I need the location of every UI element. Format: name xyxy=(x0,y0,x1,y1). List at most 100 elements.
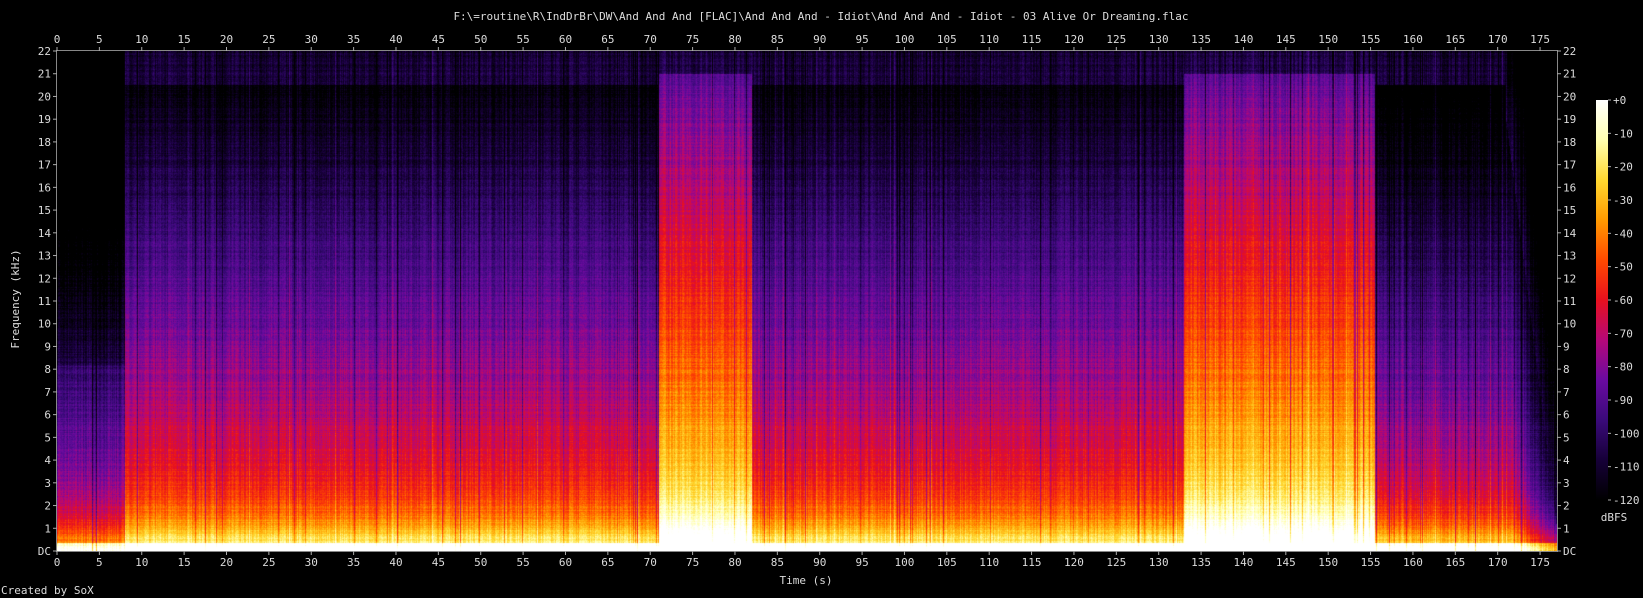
y-tick-label-left: 14 xyxy=(38,227,52,240)
y-tick-label-right: 22 xyxy=(1563,45,1576,58)
y-tick-label-left: 10 xyxy=(38,318,51,331)
y-tick-label-left: 2 xyxy=(44,500,51,513)
colorbar-tick-label: -60 xyxy=(1613,294,1633,307)
x-tick-label-top: 45 xyxy=(432,33,445,46)
x-tick-label-top: 155 xyxy=(1361,33,1381,46)
y-tick-label-left: 6 xyxy=(44,409,51,422)
colorbar-tick-label: -90 xyxy=(1613,394,1633,407)
y-tick-label-right: 20 xyxy=(1563,90,1576,103)
y-tick-label-right: 14 xyxy=(1563,227,1577,240)
x-tick-label-bottom: 70 xyxy=(644,556,657,569)
y-tick-label-left: 4 xyxy=(44,454,51,467)
colorbar-tick-label: -30 xyxy=(1613,194,1633,207)
y-axis-left: DC12345678910111213141516171819202122 xyxy=(38,45,57,558)
x-tick-label-bottom: 0 xyxy=(54,556,61,569)
x-tick-label-bottom: 35 xyxy=(347,556,360,569)
x-tick-label-bottom: 50 xyxy=(474,556,487,569)
x-tick-label-top: 140 xyxy=(1234,33,1254,46)
x-tick-label-top: 80 xyxy=(728,33,741,46)
y-tick-label-right: 11 xyxy=(1563,295,1576,308)
colorbar-tick-label: -100 xyxy=(1613,427,1640,440)
x-tick-label-top: 15 xyxy=(177,33,190,46)
x-tick-label-top: 30 xyxy=(305,33,318,46)
y-tick-label-right: 17 xyxy=(1563,159,1576,172)
created-by-credit: Created by SoX xyxy=(1,584,94,597)
x-tick-label-bottom: 60 xyxy=(559,556,572,569)
x-tick-label-bottom: 115 xyxy=(1022,556,1042,569)
y-tick-label-right: 6 xyxy=(1563,409,1570,422)
y-tick-label-left: 13 xyxy=(38,250,51,263)
x-tick-label-bottom: 85 xyxy=(771,556,784,569)
y-tick-label-left: 18 xyxy=(38,136,51,149)
x-tick-label-top: 50 xyxy=(474,33,487,46)
colorbar-tick-label: -120 xyxy=(1613,494,1640,507)
x-tick-label-bottom: 15 xyxy=(177,556,190,569)
y-tick-label-left: 3 xyxy=(44,477,51,490)
x-tick-label-top: 0 xyxy=(54,33,61,46)
spectrogram-plot xyxy=(57,51,1557,551)
x-tick-label-bottom: 125 xyxy=(1106,556,1126,569)
x-tick-label-bottom: 105 xyxy=(937,556,957,569)
colorbar-tick-label: -10 xyxy=(1613,127,1633,140)
x-tick-label-bottom: 150 xyxy=(1318,556,1338,569)
x-tick-label-bottom: 165 xyxy=(1445,556,1465,569)
y-tick-label-left: DC xyxy=(38,545,51,558)
x-tick-label-bottom: 30 xyxy=(305,556,318,569)
y-tick-label-right: 4 xyxy=(1563,454,1570,467)
spectrogram-heatmap xyxy=(57,51,1557,551)
x-tick-label-bottom: 155 xyxy=(1361,556,1381,569)
x-tick-label-bottom: 135 xyxy=(1191,556,1211,569)
x-tick-label-bottom: 10 xyxy=(135,556,148,569)
y-tick-label-left: 20 xyxy=(38,90,51,103)
x-tick-label-top: 150 xyxy=(1318,33,1338,46)
x-tick-label-top: 120 xyxy=(1064,33,1084,46)
y-tick-label-left: 8 xyxy=(44,363,51,376)
x-tick-label-top: 60 xyxy=(559,33,572,46)
x-tick-label-bottom: 170 xyxy=(1488,556,1508,569)
y-tick-label-right: 12 xyxy=(1563,272,1576,285)
x-tick-label-bottom: 95 xyxy=(855,556,868,569)
y-tick-label-right: 7 xyxy=(1563,386,1570,399)
x-tick-label-top: 20 xyxy=(220,33,233,46)
x-tick-label-top: 85 xyxy=(771,33,784,46)
x-tick-label-bottom: 100 xyxy=(895,556,915,569)
x-tick-label-top: 100 xyxy=(895,33,915,46)
x-tick-label-top: 175 xyxy=(1530,33,1550,46)
x-tick-label-bottom: 160 xyxy=(1403,556,1423,569)
colorbar-tick-label: +0 xyxy=(1613,94,1626,107)
colorbar-tick-label: -20 xyxy=(1613,161,1633,174)
x-tick-label-top: 65 xyxy=(601,33,614,46)
y-tick-label-left: 7 xyxy=(44,386,51,399)
y-tick-label-left: 17 xyxy=(38,159,51,172)
colorbar-tick-label: -110 xyxy=(1613,461,1640,474)
y-tick-label-left: 5 xyxy=(44,431,51,444)
y-tick-label-left: 1 xyxy=(44,522,51,535)
x-tick-label-top: 40 xyxy=(389,33,402,46)
y-tick-label-left: 9 xyxy=(44,340,51,353)
x-axis-top: 0 5 10 15 20 25 30 35 40 45 50 55 60 65 70 75 80 85 90 95 10… xyxy=(54,33,1550,51)
y-tick-label-left: 16 xyxy=(38,181,51,194)
y-tick-label-left: 15 xyxy=(38,204,51,217)
x-tick-label-top: 90 xyxy=(813,33,826,46)
x-tick-label-bottom: 145 xyxy=(1276,556,1296,569)
y-tick-label-right: 13 xyxy=(1563,250,1576,263)
y-tick-label-right: 2 xyxy=(1563,500,1570,513)
x-tick-label-top: 35 xyxy=(347,33,360,46)
colorbar-scale xyxy=(1596,100,1608,500)
x-axis-bottom: 0 5 10 15 20 25 30 35 40 45 50 55 60 65 70 75 80 85 90 95 10… xyxy=(54,551,1550,569)
y-tick-label-left: 12 xyxy=(38,272,51,285)
x-tick-label-bottom: 45 xyxy=(432,556,445,569)
y-tick-label-right: 19 xyxy=(1563,113,1576,126)
colorbar-tick-label: -70 xyxy=(1613,327,1633,340)
x-tick-label-bottom: 40 xyxy=(389,556,402,569)
x-tick-label-bottom: 25 xyxy=(262,556,275,569)
spectrogram-figure: F:\=routine\R\IndDrBr\DW\And And And [FL… xyxy=(1,10,1640,597)
x-tick-label-top: 75 xyxy=(686,33,699,46)
x-tick-label-bottom: 5 xyxy=(96,556,103,569)
y-tick-label-right: 10 xyxy=(1563,318,1576,331)
x-tick-label-bottom: 140 xyxy=(1234,556,1254,569)
x-tick-label-top: 70 xyxy=(644,33,657,46)
x-tick-label-bottom: 55 xyxy=(516,556,529,569)
y-tick-label-right: 3 xyxy=(1563,477,1570,490)
x-tick-label-top: 25 xyxy=(262,33,275,46)
